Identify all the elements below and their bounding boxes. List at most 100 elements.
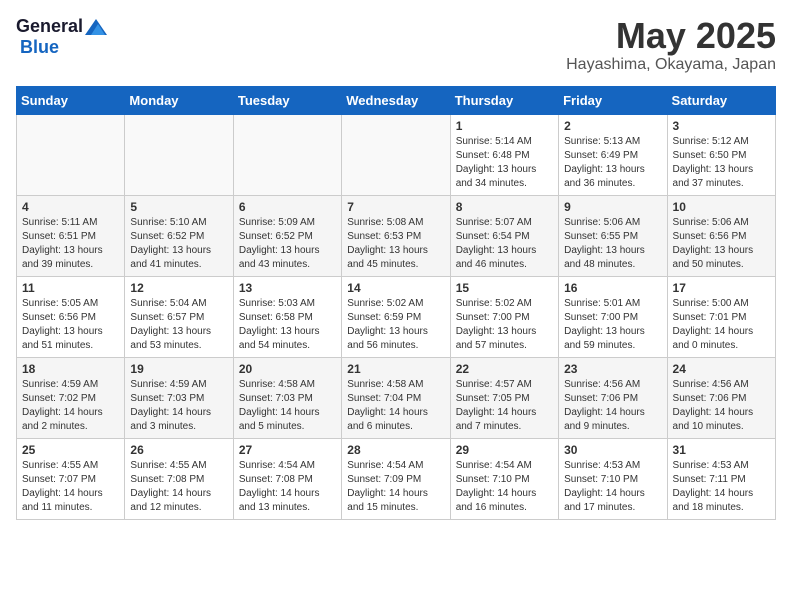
weekday-header-saturday: Saturday bbox=[667, 86, 775, 114]
day-cell: 21Sunrise: 4:58 AM Sunset: 7:04 PM Dayli… bbox=[342, 357, 450, 438]
day-number: 9 bbox=[564, 200, 661, 214]
day-info: Sunrise: 4:54 AM Sunset: 7:08 PM Dayligh… bbox=[239, 459, 336, 515]
day-cell: 3 Sunrise: 5:12 AM Sunset: 6:50 PM Daylig… bbox=[667, 114, 775, 195]
day-info: Sunrise: 5:12 AM Sunset: 6:50 PM Dayligh… bbox=[673, 135, 770, 191]
day-cell: 27 Sunrise: 4:54 AM Sunset: 7:08 PM Dayli… bbox=[233, 438, 341, 519]
day-info: Sunrise: 5:10 AM Sunset: 6:52 PM Dayligh… bbox=[130, 216, 227, 272]
day-info: Sunrise: 4:55 AM Sunset: 7:08 PM Dayligh… bbox=[130, 459, 227, 515]
week-row-1: 1Sunrise: 5:14 AM Sunset: 6:48 PM Daylig… bbox=[17, 114, 776, 195]
day-number: 18 bbox=[22, 362, 119, 376]
day-cell: 19 Sunrise: 4:59 AM Sunset: 7:03 PM Dayli… bbox=[125, 357, 233, 438]
day-cell: 1Sunrise: 5:14 AM Sunset: 6:48 PM Daylig… bbox=[450, 114, 558, 195]
location: Hayashima, Okayama, Japan bbox=[566, 56, 776, 74]
day-number: 3 bbox=[673, 119, 770, 133]
day-info: Sunrise: 4:54 AM Sunset: 7:09 PM Dayligh… bbox=[347, 459, 444, 515]
day-info: Sunrise: 5:02 AM Sunset: 7:00 PM Dayligh… bbox=[456, 297, 553, 353]
day-cell: 2 Sunrise: 5:13 AM Sunset: 6:49 PM Daylig… bbox=[559, 114, 667, 195]
day-cell: 11 Sunrise: 5:05 AM Sunset: 6:56 PM Dayli… bbox=[17, 276, 125, 357]
day-cell: 13Sunrise: 5:03 AM Sunset: 6:58 PM Dayli… bbox=[233, 276, 341, 357]
day-number: 30 bbox=[564, 443, 661, 457]
day-cell: 16 Sunrise: 5:01 AM Sunset: 7:00 PM Dayli… bbox=[559, 276, 667, 357]
day-number: 25 bbox=[22, 443, 119, 457]
day-number: 19 bbox=[130, 362, 227, 376]
day-info: Sunrise: 5:07 AM Sunset: 6:54 PM Dayligh… bbox=[456, 216, 553, 272]
day-info: Sunrise: 4:54 AM Sunset: 7:10 PM Dayligh… bbox=[456, 459, 553, 515]
day-number: 14 bbox=[347, 281, 444, 295]
day-number: 2 bbox=[564, 119, 661, 133]
day-number: 7 bbox=[347, 200, 444, 214]
day-cell: 29 Sunrise: 4:54 AM Sunset: 7:10 PM Dayli… bbox=[450, 438, 558, 519]
day-number: 10 bbox=[673, 200, 770, 214]
logo: General Blue bbox=[16, 16, 107, 58]
day-info: Sunrise: 5:01 AM Sunset: 7:00 PM Dayligh… bbox=[564, 297, 661, 353]
day-cell: 15Sunrise: 5:02 AM Sunset: 7:00 PM Dayli… bbox=[450, 276, 558, 357]
calendar: SundayMondayTuesdayWednesdayThursdayFrid… bbox=[16, 86, 776, 520]
day-cell: 30Sunrise: 4:53 AM Sunset: 7:10 PM Dayli… bbox=[559, 438, 667, 519]
day-cell bbox=[17, 114, 125, 195]
week-row-4: 18 Sunrise: 4:59 AM Sunset: 7:02 PM Dayli… bbox=[17, 357, 776, 438]
day-number: 8 bbox=[456, 200, 553, 214]
day-cell: 28 Sunrise: 4:54 AM Sunset: 7:09 PM Dayli… bbox=[342, 438, 450, 519]
day-info: Sunrise: 5:08 AM Sunset: 6:53 PM Dayligh… bbox=[347, 216, 444, 272]
day-info: Sunrise: 5:00 AM Sunset: 7:01 PM Dayligh… bbox=[673, 297, 770, 353]
day-info: Sunrise: 5:05 AM Sunset: 6:56 PM Dayligh… bbox=[22, 297, 119, 353]
week-row-5: 25Sunrise: 4:55 AM Sunset: 7:07 PM Dayli… bbox=[17, 438, 776, 519]
day-info: Sunrise: 5:09 AM Sunset: 6:52 PM Dayligh… bbox=[239, 216, 336, 272]
day-number: 17 bbox=[673, 281, 770, 295]
day-info: Sunrise: 5:02 AM Sunset: 6:59 PM Dayligh… bbox=[347, 297, 444, 353]
day-number: 26 bbox=[130, 443, 227, 457]
day-cell: 31 Sunrise: 4:53 AM Sunset: 7:11 PM Dayli… bbox=[667, 438, 775, 519]
day-cell: 12Sunrise: 5:04 AM Sunset: 6:57 PM Dayli… bbox=[125, 276, 233, 357]
logo-blue: Blue bbox=[20, 37, 59, 57]
day-number: 6 bbox=[239, 200, 336, 214]
day-number: 4 bbox=[22, 200, 119, 214]
day-info: Sunrise: 5:04 AM Sunset: 6:57 PM Dayligh… bbox=[130, 297, 227, 353]
logo-icon bbox=[85, 19, 107, 35]
day-cell: 4Sunrise: 5:11 AM Sunset: 6:51 PM Daylig… bbox=[17, 195, 125, 276]
day-info: Sunrise: 4:57 AM Sunset: 7:05 PM Dayligh… bbox=[456, 378, 553, 434]
weekday-header-thursday: Thursday bbox=[450, 86, 558, 114]
day-number: 20 bbox=[239, 362, 336, 376]
day-cell bbox=[233, 114, 341, 195]
weekday-header-wednesday: Wednesday bbox=[342, 86, 450, 114]
weekday-header-row: SundayMondayTuesdayWednesdayThursdayFrid… bbox=[17, 86, 776, 114]
day-info: Sunrise: 5:06 AM Sunset: 6:56 PM Dayligh… bbox=[673, 216, 770, 272]
day-number: 22 bbox=[456, 362, 553, 376]
day-cell: 9 Sunrise: 5:06 AM Sunset: 6:55 PM Daylig… bbox=[559, 195, 667, 276]
day-number: 5 bbox=[130, 200, 227, 214]
day-cell: 18 Sunrise: 4:59 AM Sunset: 7:02 PM Dayli… bbox=[17, 357, 125, 438]
day-cell: 17 Sunrise: 5:00 AM Sunset: 7:01 PM Dayli… bbox=[667, 276, 775, 357]
day-number: 28 bbox=[347, 443, 444, 457]
day-info: Sunrise: 5:14 AM Sunset: 6:48 PM Dayligh… bbox=[456, 135, 553, 191]
day-number: 29 bbox=[456, 443, 553, 457]
day-info: Sunrise: 4:58 AM Sunset: 7:03 PM Dayligh… bbox=[239, 378, 336, 434]
day-cell bbox=[342, 114, 450, 195]
day-info: Sunrise: 4:59 AM Sunset: 7:03 PM Dayligh… bbox=[130, 378, 227, 434]
day-cell: 24Sunrise: 4:56 AM Sunset: 7:06 PM Dayli… bbox=[667, 357, 775, 438]
day-info: Sunrise: 4:58 AM Sunset: 7:04 PM Dayligh… bbox=[347, 378, 444, 434]
day-info: Sunrise: 5:13 AM Sunset: 6:49 PM Dayligh… bbox=[564, 135, 661, 191]
day-info: Sunrise: 4:53 AM Sunset: 7:11 PM Dayligh… bbox=[673, 459, 770, 515]
day-cell: 8 Sunrise: 5:07 AM Sunset: 6:54 PM Daylig… bbox=[450, 195, 558, 276]
day-number: 23 bbox=[564, 362, 661, 376]
title-block: May 2025 Hayashima, Okayama, Japan bbox=[566, 16, 776, 74]
day-number: 13 bbox=[239, 281, 336, 295]
day-number: 16 bbox=[564, 281, 661, 295]
day-info: Sunrise: 5:06 AM Sunset: 6:55 PM Dayligh… bbox=[564, 216, 661, 272]
day-cell: 7 Sunrise: 5:08 AM Sunset: 6:53 PM Daylig… bbox=[342, 195, 450, 276]
month-title: May 2025 bbox=[566, 16, 776, 56]
day-number: 31 bbox=[673, 443, 770, 457]
day-number: 11 bbox=[22, 281, 119, 295]
day-info: Sunrise: 4:56 AM Sunset: 7:06 PM Dayligh… bbox=[564, 378, 661, 434]
weekday-header-sunday: Sunday bbox=[17, 86, 125, 114]
day-cell: 10 Sunrise: 5:06 AM Sunset: 6:56 PM Dayli… bbox=[667, 195, 775, 276]
day-number: 27 bbox=[239, 443, 336, 457]
day-cell bbox=[125, 114, 233, 195]
day-number: 24 bbox=[673, 362, 770, 376]
week-row-3: 11 Sunrise: 5:05 AM Sunset: 6:56 PM Dayli… bbox=[17, 276, 776, 357]
week-row-2: 4Sunrise: 5:11 AM Sunset: 6:51 PM Daylig… bbox=[17, 195, 776, 276]
logo-general: General bbox=[16, 16, 83, 37]
day-cell: 23 Sunrise: 4:56 AM Sunset: 7:06 PM Dayli… bbox=[559, 357, 667, 438]
day-info: Sunrise: 4:59 AM Sunset: 7:02 PM Dayligh… bbox=[22, 378, 119, 434]
weekday-header-monday: Monday bbox=[125, 86, 233, 114]
